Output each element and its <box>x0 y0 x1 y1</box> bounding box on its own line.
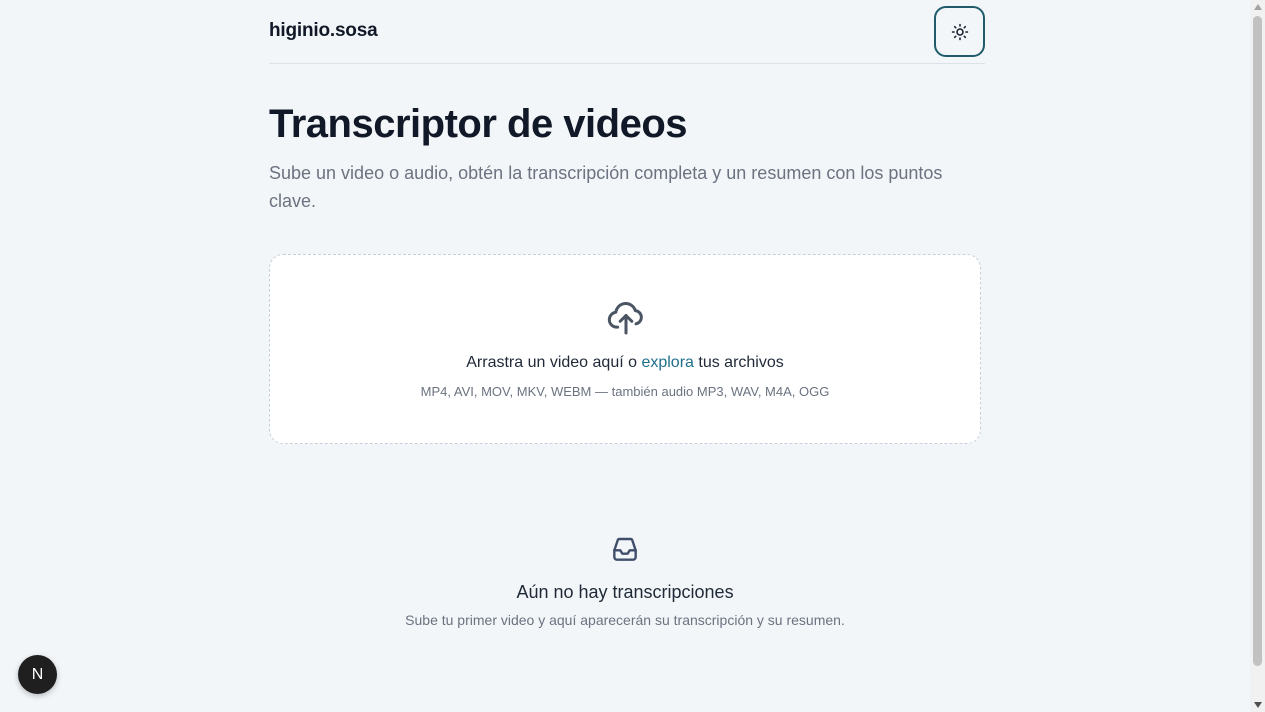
cloud-upload-icon <box>607 302 643 335</box>
dropzone-text-before: Arrastra un video aquí o <box>466 354 642 371</box>
page-title: Transcriptor de videos <box>269 102 688 146</box>
scrollbar-thumb[interactable] <box>1253 16 1262 666</box>
dropzone-text-after: tus archivos <box>693 354 784 371</box>
scroll-down-arrow-icon[interactable] <box>1253 700 1262 710</box>
theme-toggle-button[interactable] <box>934 6 985 57</box>
dropzone-instructions: Arrastra un video aquí o explora tus arc… <box>270 354 980 372</box>
empty-state-title: Aún no hay transcripciones <box>516 582 734 602</box>
supported-formats: MP4, AVI, MOV, MKV, WEBM — también audio… <box>420 384 830 399</box>
browse-files-link[interactable]: explora <box>641 354 693 371</box>
brand-logo[interactable]: higinio.sosa <box>269 20 378 42</box>
empty-state-description: Sube tu primer video y aquí aparecerán s… <box>405 612 845 628</box>
page-scrollbar[interactable] <box>1250 0 1265 712</box>
upload-dropzone[interactable]: Arrastra un video aquí o explora tus arc… <box>269 254 981 444</box>
sun-icon <box>951 23 968 40</box>
page-subtitle: Sube un video o audio, obtén la transcri… <box>269 163 943 211</box>
scroll-up-arrow-icon[interactable] <box>1253 2 1262 12</box>
dev-tools-badge[interactable]: N <box>18 655 57 694</box>
inbox-icon <box>613 537 637 561</box>
site-header: higinio.sosa <box>269 0 985 64</box>
